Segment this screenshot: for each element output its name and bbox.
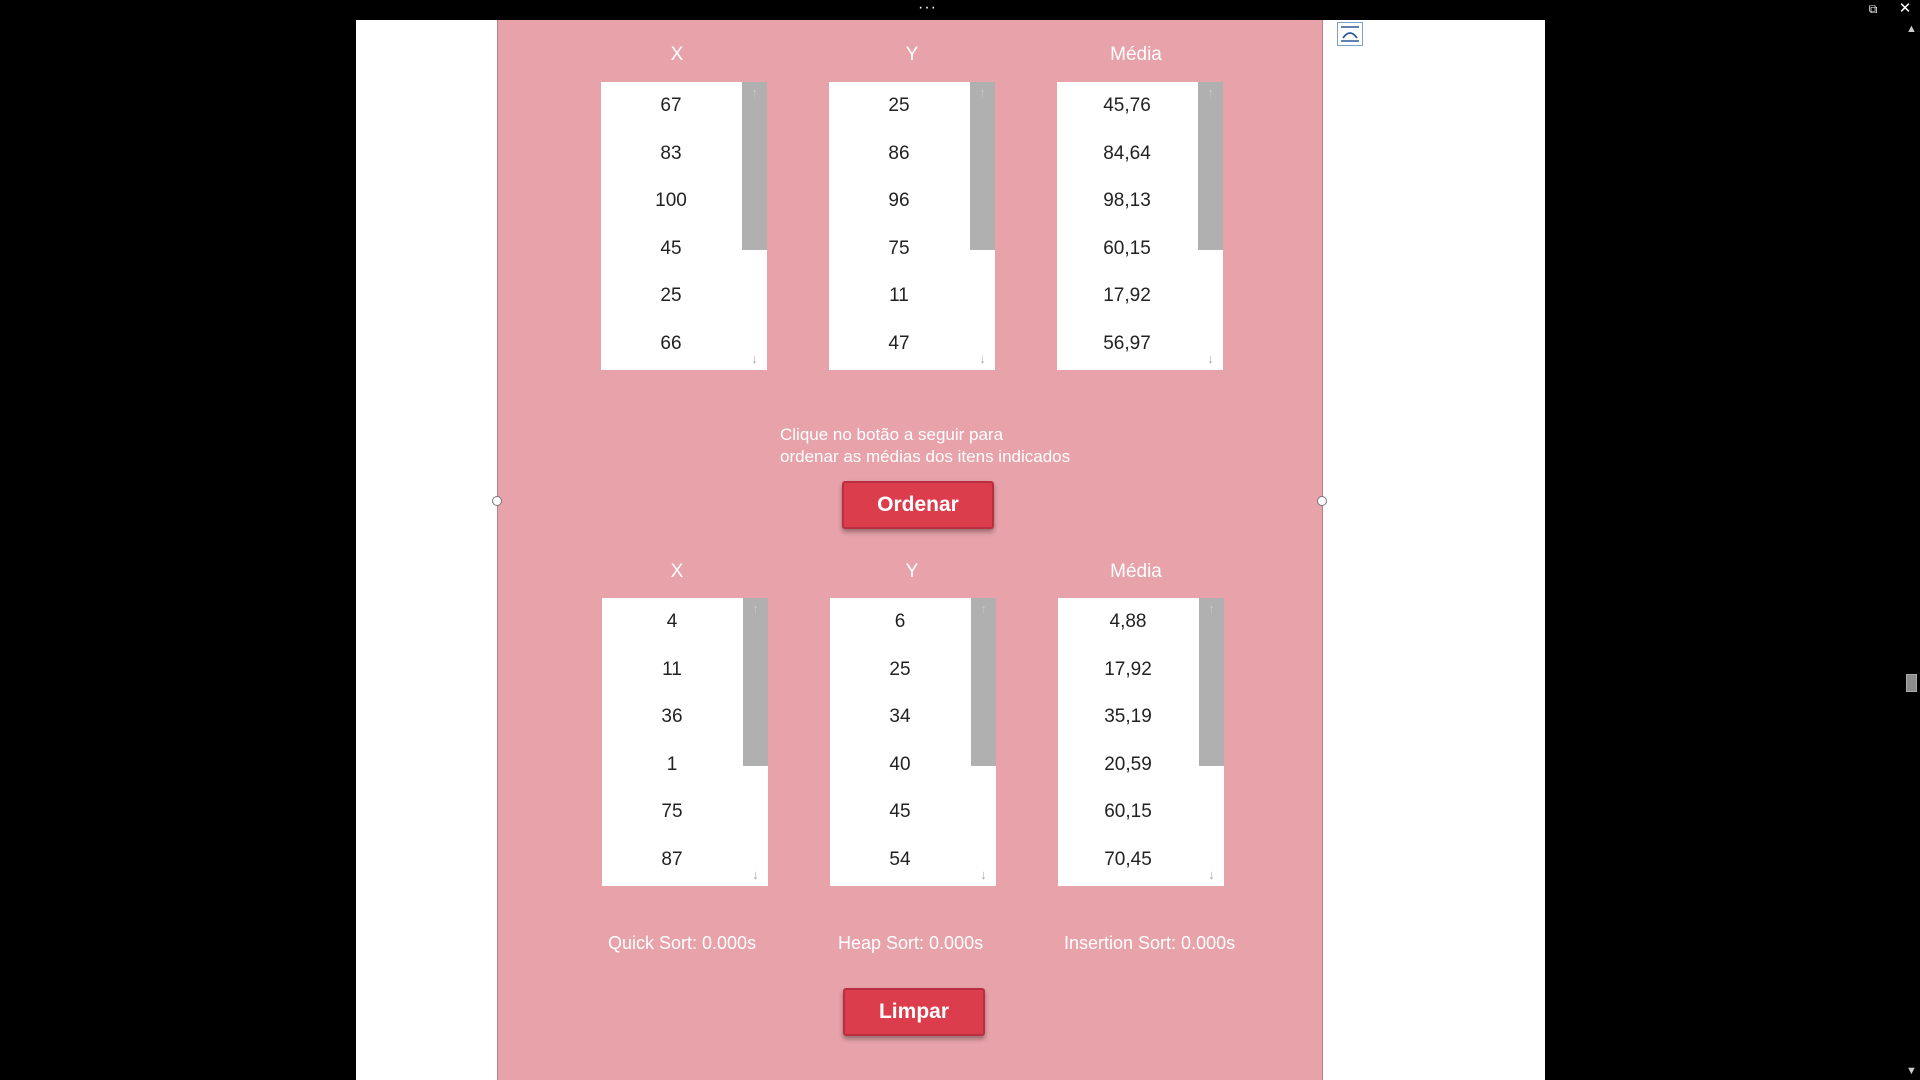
list-item[interactable]: 84,64 (1057, 130, 1197, 178)
list-item[interactable]: 60,15 (1058, 788, 1198, 836)
list-item[interactable]: 25 (830, 646, 970, 694)
list-item[interactable]: 25 (601, 272, 741, 320)
top-list-media[interactable]: 45,76 84,64 98,13 60,15 17,92 56,97 ↑ ↓ (1057, 82, 1223, 370)
list-item[interactable]: 20,59 (1058, 741, 1198, 789)
close-icon[interactable]: ✕ (1897, 1, 1913, 17)
scroll-up-arrow-icon[interactable]: ↑ (1198, 82, 1223, 104)
top-header-y: Y (905, 44, 919, 65)
scroll-up-arrow-icon[interactable]: ↑ (743, 598, 768, 620)
panel-left-border (497, 20, 498, 1080)
bottom-header-media: Média (1110, 561, 1162, 582)
list-item[interactable]: 1 (602, 741, 742, 789)
scrollbar-thumb[interactable] (1199, 598, 1224, 766)
bottom-list-x[interactable]: 4 11 36 1 75 87 ↑ ↓ (602, 598, 768, 886)
scrollbar-thumb[interactable] (743, 598, 768, 766)
list-item[interactable]: 47 (829, 320, 969, 368)
list-item[interactable]: 70,45 (1058, 836, 1198, 884)
window-scrollbar[interactable]: ▲ ▼ (1903, 20, 1920, 1080)
list-item[interactable]: 96 (829, 177, 969, 225)
list-item[interactable]: 11 (602, 646, 742, 694)
bottom-header-y: Y (905, 561, 919, 582)
panel-right-border (1322, 20, 1323, 1080)
list-item[interactable]: 45 (601, 225, 741, 273)
scrollbar-thumb[interactable] (970, 82, 995, 250)
list-item[interactable]: 83 (601, 130, 741, 178)
list-item[interactable]: 54 (830, 836, 970, 884)
list-item[interactable]: 45,76 (1057, 82, 1197, 130)
list-item[interactable]: 35,19 (1058, 693, 1198, 741)
instruction-line-2: ordenar as médias dos itens indicados (780, 447, 1071, 466)
list-item[interactable]: 66 (601, 320, 741, 368)
list-item[interactable]: 75 (829, 225, 969, 273)
list-item[interactable]: 100 (601, 177, 741, 225)
scrollbar[interactable]: ↑ ↓ (743, 598, 768, 886)
bottom-list-media[interactable]: 4,88 17,92 35,19 20,59 60,15 70,45 ↑ ↓ (1058, 598, 1224, 886)
layout-options-icon[interactable] (1337, 22, 1363, 46)
list-item[interactable]: 36 (602, 693, 742, 741)
list-item[interactable]: 17,92 (1058, 646, 1198, 694)
list-item[interactable]: 67 (601, 82, 741, 130)
list-item[interactable]: 56,97 (1057, 320, 1197, 368)
top-list-y[interactable]: 25 86 96 75 11 47 ↑ ↓ (829, 82, 995, 370)
scroll-down-arrow-icon[interactable]: ↓ (1199, 864, 1224, 886)
list-item[interactable]: 4 (602, 598, 742, 646)
top-list-x[interactable]: 67 83 100 45 25 66 ↑ ↓ (601, 82, 767, 370)
scroll-up-icon[interactable]: ▲ (1903, 22, 1920, 36)
sort-button[interactable]: Ordenar (842, 481, 994, 529)
top-header-media: Média (1110, 44, 1162, 65)
scroll-down-arrow-icon[interactable]: ↓ (743, 864, 768, 886)
list-item[interactable]: 11 (829, 272, 969, 320)
more-options-icon[interactable]: ··· (918, 0, 937, 16)
list-item[interactable]: 4,88 (1058, 598, 1198, 646)
scroll-up-arrow-icon[interactable]: ↑ (971, 598, 996, 620)
scroll-down-arrow-icon[interactable]: ↓ (971, 864, 996, 886)
scrollbar[interactable]: ↑ ↓ (970, 82, 995, 370)
list-item[interactable]: 6 (830, 598, 970, 646)
scrollbar[interactable]: ↑ ↓ (971, 598, 996, 886)
scrollbar[interactable]: ↑ ↓ (742, 82, 767, 370)
list-item[interactable]: 98,13 (1057, 177, 1197, 225)
restore-icon[interactable]: ⧉ (1866, 2, 1880, 16)
scroll-down-icon[interactable]: ▼ (1903, 1064, 1920, 1078)
scrollbar[interactable]: ↑ ↓ (1199, 598, 1224, 886)
bottom-list-y[interactable]: 6 25 34 40 45 54 ↑ ↓ (830, 598, 996, 886)
scroll-up-arrow-icon[interactable]: ↑ (970, 82, 995, 104)
quick-sort-time: Quick Sort: 0.000s (608, 933, 757, 953)
scrollbar-thumb[interactable] (742, 82, 767, 250)
scroll-down-arrow-icon[interactable]: ↓ (742, 348, 767, 370)
clear-button[interactable]: Limpar (843, 988, 985, 1036)
scrollbar[interactable]: ↑ ↓ (1198, 82, 1223, 370)
scroll-up-arrow-icon[interactable]: ↑ (742, 82, 767, 104)
list-item[interactable]: 86 (829, 130, 969, 178)
instruction-text: Clique no botão a seguir para ordenar as… (780, 424, 1085, 470)
list-item[interactable]: 25 (829, 82, 969, 130)
instruction-line-1: Clique no botão a seguir para (780, 425, 1004, 444)
insertion-sort-time: Insertion Sort: 0.000s (1064, 933, 1236, 953)
top-header-x: X (670, 44, 684, 65)
list-item[interactable]: 60,15 (1057, 225, 1197, 273)
scrollbar-thumb[interactable] (971, 598, 996, 766)
list-item[interactable]: 75 (602, 788, 742, 836)
resize-handle-right[interactable] (1317, 496, 1327, 506)
list-item[interactable]: 34 (830, 693, 970, 741)
window-titlebar: ··· ⧉ ✕ (0, 0, 1920, 20)
list-item[interactable]: 45 (830, 788, 970, 836)
bottom-header-x: X (670, 561, 684, 582)
list-item[interactable]: 87 (602, 836, 742, 884)
scroll-down-arrow-icon[interactable]: ↓ (1198, 348, 1223, 370)
scrollbar-thumb[interactable] (1198, 82, 1223, 250)
list-item[interactable]: 17,92 (1057, 272, 1197, 320)
window-scrollbar-thumb[interactable] (1906, 674, 1917, 692)
heap-sort-time: Heap Sort: 0.000s (838, 933, 984, 953)
scroll-up-arrow-icon[interactable]: ↑ (1199, 598, 1224, 620)
list-item[interactable]: 40 (830, 741, 970, 789)
scroll-down-arrow-icon[interactable]: ↓ (970, 348, 995, 370)
resize-handle-left[interactable] (492, 496, 502, 506)
